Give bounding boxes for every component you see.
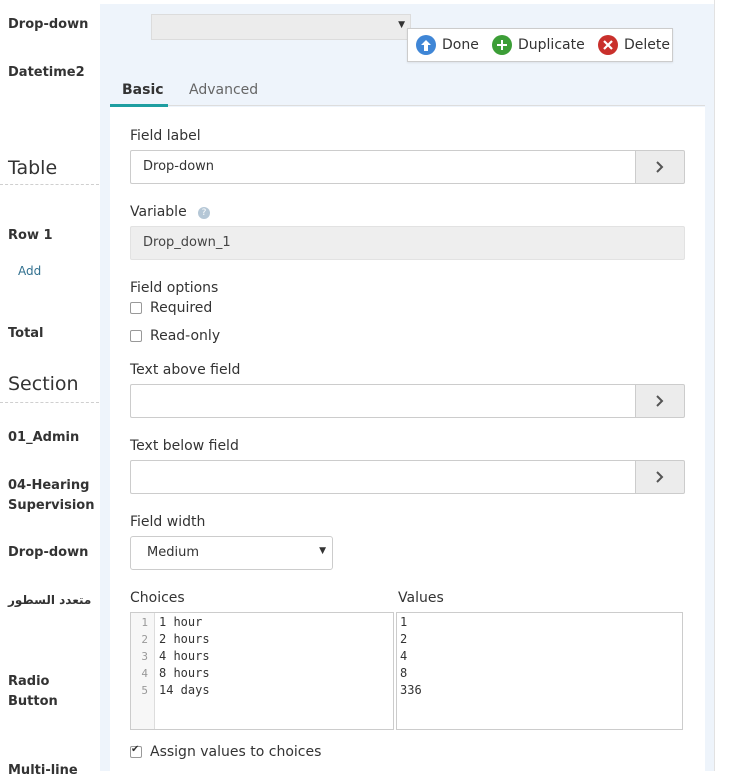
sidebar-item-datetime2[interactable]: Datetime2: [8, 63, 85, 83]
x-circle-icon: [598, 35, 618, 55]
read-only-checkbox[interactable]: [130, 330, 142, 342]
sidebar-item-row-1[interactable]: Row 1: [8, 226, 53, 246]
delete-button[interactable]: Delete: [598, 35, 670, 55]
sidebar-item-hearing-supervision[interactable]: 04-Hearing Supervision: [8, 476, 103, 516]
field-label-input[interactable]: Drop-down: [130, 150, 636, 184]
add-row-link[interactable]: Add: [18, 264, 41, 278]
choice-line: 14 days: [159, 683, 210, 697]
plus-circle-icon: [492, 35, 512, 55]
assign-values-option[interactable]: Assign values to choices: [130, 744, 321, 760]
caret-down-icon: ▼: [319, 546, 326, 556]
delete-label: Delete: [624, 37, 670, 53]
done-button[interactable]: Done: [416, 35, 479, 55]
sidebar-divider: [0, 402, 99, 403]
value-line: 4: [400, 649, 408, 663]
field-action-toolbar: Done Duplicate Delete: [407, 28, 673, 62]
duplicate-button[interactable]: Duplicate: [492, 35, 585, 55]
text-below-expand-button[interactable]: [635, 460, 685, 494]
sidebar-heading-section[interactable]: Section: [8, 373, 79, 395]
field-width-heading: Field width: [130, 514, 206, 530]
choices-editor[interactable]: 1 2 3 4 5 1 hour 2 hours 4 hours 8 hours…: [130, 612, 394, 730]
text-below-input[interactable]: [130, 460, 636, 494]
line-number-gutter: 1 2 3 4 5: [131, 613, 155, 729]
field-label-heading: Field label: [130, 128, 201, 144]
field-list-sidebar: Drop-down Datetime2 Table Row 1 Add Tota…: [0, 0, 103, 778]
text-above-expand-button[interactable]: [635, 384, 685, 418]
text-above-heading: Text above field: [130, 362, 241, 378]
value-line: 2: [400, 632, 408, 646]
choices-heading: Choices: [130, 590, 185, 606]
sidebar-heading-table[interactable]: Table: [8, 157, 57, 179]
field-options-heading: Field options: [130, 280, 219, 296]
choice-line: 1 hour: [159, 615, 203, 629]
required-option[interactable]: Required: [130, 300, 212, 316]
assign-values-checkbox[interactable]: [130, 744, 142, 758]
value-line: 8: [400, 666, 408, 680]
required-checkbox[interactable]: [130, 302, 142, 314]
chevron-right-icon: [656, 471, 664, 483]
variable-input: Drop_down_1: [130, 226, 685, 260]
field-width-select[interactable]: Medium ▼: [130, 536, 333, 570]
field-width-value: Medium: [147, 545, 199, 560]
done-label: Done: [442, 37, 479, 53]
tab-basic[interactable]: Basic: [122, 82, 164, 98]
value-line: 336: [400, 683, 422, 697]
choice-line: 2 hours: [159, 632, 210, 646]
values-heading: Values: [398, 590, 444, 606]
line-number: 1: [141, 616, 148, 629]
variable-heading: Variable: [130, 204, 187, 220]
scroll-edge: [714, 0, 715, 771]
chevron-right-icon: [656, 161, 664, 173]
choice-line: 8 hours: [159, 666, 210, 680]
sidebar-item-radio-button[interactable]: Radio Button: [8, 672, 100, 712]
sidebar-item-drop-down[interactable]: Drop-down: [8, 15, 88, 35]
sidebar-item-01-admin[interactable]: 01_Admin: [8, 428, 79, 448]
line-number: 3: [141, 650, 148, 663]
caret-down-icon: ▼: [398, 20, 405, 30]
sidebar-item-multi-line[interactable]: Multi-line: [8, 761, 78, 781]
sidebar-item-multiline-arabic[interactable]: متعدد السطور: [8, 590, 91, 610]
chevron-right-icon: [656, 395, 664, 407]
field-label-expand-button[interactable]: [635, 150, 685, 184]
value-line: 1: [400, 615, 408, 629]
text-below-heading: Text below field: [130, 438, 239, 454]
values-editor[interactable]: 1 2 4 8 336: [396, 612, 683, 730]
read-only-option[interactable]: Read-only: [130, 328, 220, 344]
required-label: Required: [150, 300, 213, 316]
assign-values-label: Assign values to choices: [150, 744, 322, 760]
line-number: 4: [141, 667, 148, 680]
read-only-label: Read-only: [150, 328, 221, 344]
tab-advanced[interactable]: Advanced: [189, 82, 258, 98]
tab-divider: [110, 105, 705, 106]
sidebar-divider: [0, 184, 99, 185]
line-number: 2: [141, 633, 148, 646]
sidebar-item-total[interactable]: Total: [8, 324, 44, 344]
choice-line: 4 hours: [159, 649, 210, 663]
line-number: 5: [141, 684, 148, 697]
text-above-input[interactable]: [130, 384, 636, 418]
arrow-up-circle-icon: [416, 35, 436, 55]
duplicate-label: Duplicate: [518, 37, 585, 53]
question-circle-icon[interactable]: ?: [198, 207, 210, 219]
field-preview-dropdown[interactable]: ▼: [151, 14, 411, 40]
sidebar-item-drop-down-2[interactable]: Drop-down: [8, 543, 88, 563]
page-margin: [714, 0, 741, 771]
